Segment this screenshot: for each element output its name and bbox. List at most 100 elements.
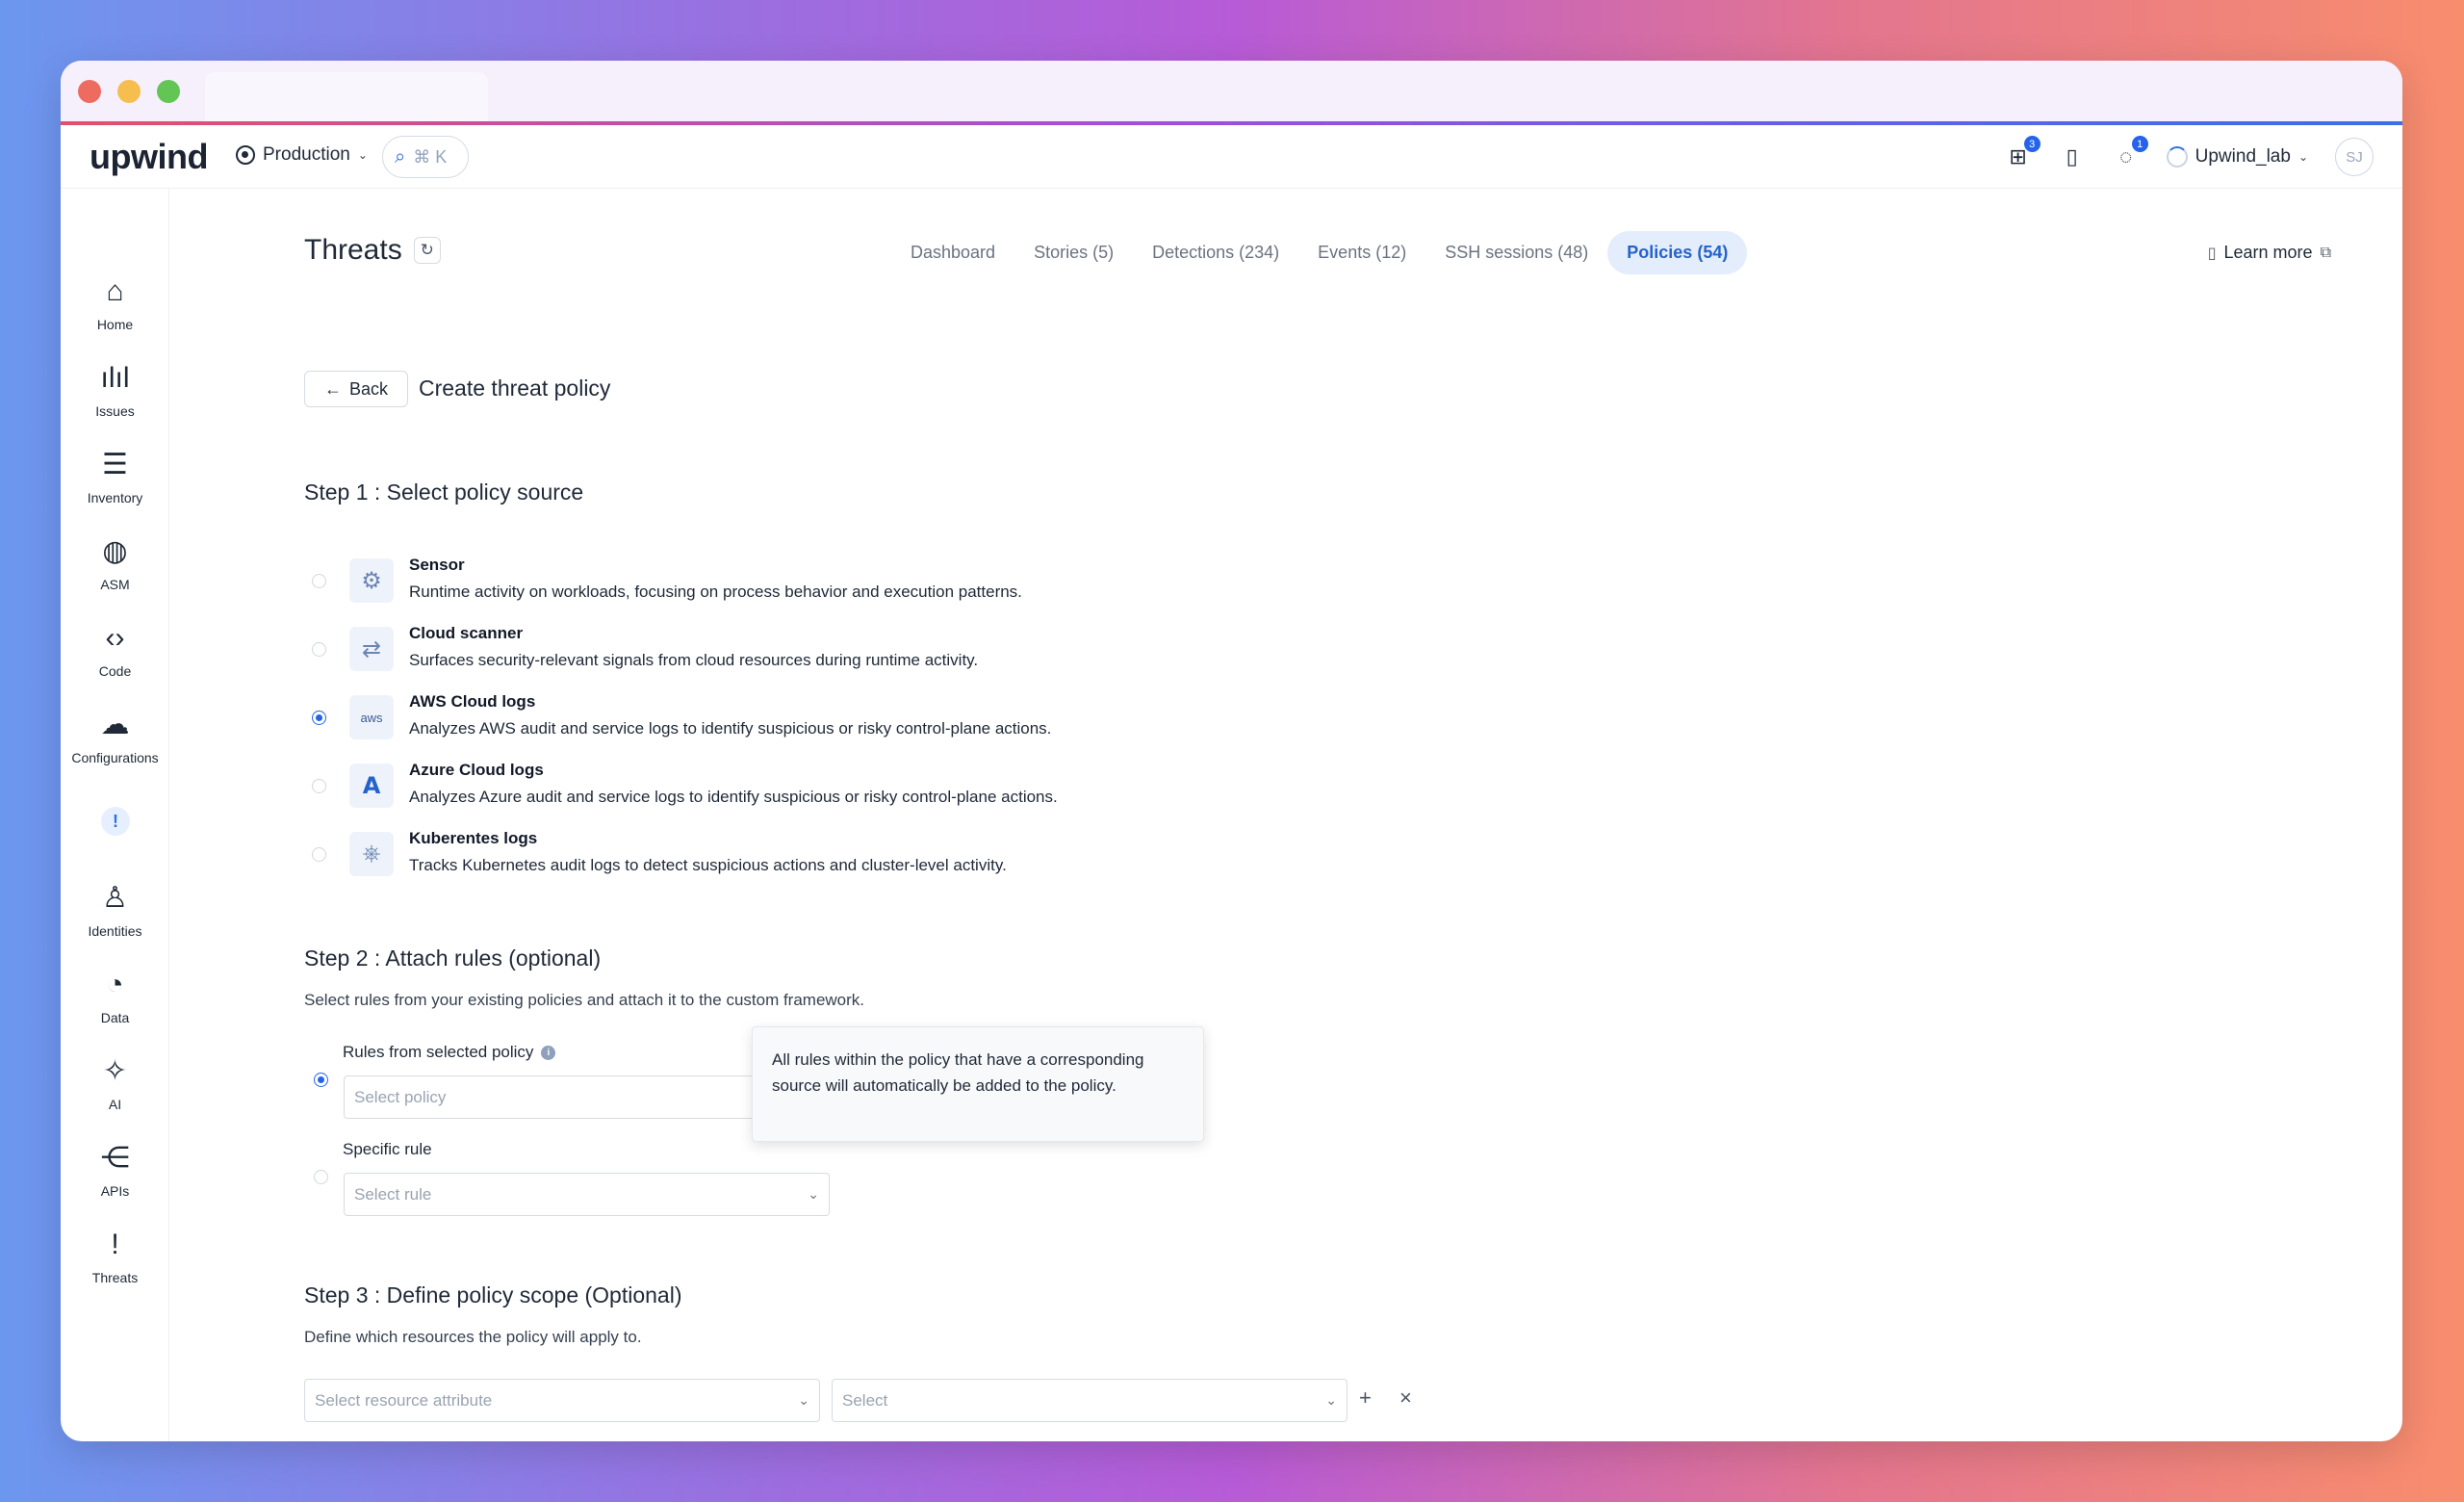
source-radio[interactable] <box>312 778 326 793</box>
select-rule-placeholder: Select rule <box>354 1184 432 1204</box>
sidebar-item-label: Configurations <box>71 750 159 765</box>
maximize-window-button[interactable] <box>157 80 180 103</box>
info-icon[interactable]: i <box>541 1045 556 1060</box>
source-option-azure-cloud-logs[interactable]: A Azure Cloud logs Analyzes Azure audit … <box>312 757 1058 815</box>
sidebar-item-label: Issues <box>95 403 135 419</box>
pie-icon: ◔ <box>106 969 124 1000</box>
rules-from-policy-text: Rules from selected policy <box>343 1043 534 1061</box>
kubernetes-icon: ⎈ <box>349 832 394 876</box>
org-selector[interactable]: Upwind_lab ⌄ <box>2166 146 2308 168</box>
app-logo[interactable]: upwind <box>90 137 208 177</box>
source-radio[interactable] <box>312 641 326 657</box>
sidebar-item-label: Inventory <box>87 490 143 505</box>
sidebar-item-label: APIs <box>100 1183 130 1199</box>
sparkle-icon: ✧ <box>102 1055 128 1087</box>
sidebar-item-inventory[interactable]: ☰ Inventory <box>61 449 169 505</box>
source-name: Cloud scanner <box>409 624 524 642</box>
source-desc: Analyzes Azure audit and service logs to… <box>409 788 1058 806</box>
docs-button[interactable]: ▯ <box>2059 143 2086 170</box>
tab-dashboard[interactable]: Dashboard <box>891 231 1014 274</box>
learn-more-label: Learn more <box>2223 243 2313 262</box>
source-radio[interactable] <box>312 573 326 588</box>
sidebar-item-label: AI <box>108 1097 122 1112</box>
refresh-button[interactable]: ↻ <box>413 237 441 264</box>
arrow-left-icon: ← <box>323 378 342 399</box>
value-placeholder: Select <box>842 1390 888 1410</box>
sidebar-item-label: Code <box>98 663 132 679</box>
close-window-button[interactable] <box>78 80 101 103</box>
rules-from-policy-radio[interactable] <box>314 1073 328 1087</box>
back-label: Back <box>348 378 389 399</box>
org-icon <box>2166 146 2188 168</box>
specific-rule-radio[interactable] <box>314 1170 328 1184</box>
add-scope-button[interactable]: + <box>1359 1385 1372 1411</box>
top-bar: upwind Production ⌄ ⌕ ⌘ K ⊞ 3 ▯ ◌ 1 Upwi… <box>61 125 2402 189</box>
form-title: Create threat policy <box>419 376 611 401</box>
source-option-aws-cloud-logs[interactable]: aws AWS Cloud logs Analyzes AWS audit an… <box>312 688 1051 746</box>
source-option-cloud-scanner[interactable]: ⇄ Cloud scanner Surfaces security-releva… <box>312 620 978 678</box>
source-radio[interactable] <box>312 710 326 725</box>
sidebar-item-configurations[interactable]: ☁ Configurations <box>61 709 169 765</box>
source-radio[interactable] <box>312 846 326 862</box>
minimize-window-button[interactable] <box>117 80 141 103</box>
back-button[interactable]: ← Back <box>304 371 408 407</box>
search-button[interactable]: ⌕ ⌘ K <box>382 136 469 178</box>
issues-icon: ılıl <box>100 362 130 394</box>
chat-badge: 1 <box>2131 136 2148 152</box>
main-content: Threats ↻ Dashboard Stories (5) Detectio… <box>169 189 2402 1441</box>
sidebar-item-identities[interactable]: ♙ Identities <box>61 882 169 939</box>
avatar[interactable]: SJ <box>2335 138 2374 176</box>
step3-title: Step 3 : Define policy scope (Optional) <box>304 1282 682 1308</box>
sidebar-item-issues[interactable]: ılıl Issues <box>61 362 169 419</box>
sidebar: ⌂ Home ılıl Issues ☰ Inventory ◍ ASM ‹› … <box>61 189 169 1441</box>
sidebar-item-apis[interactable]: ⋲ APIs <box>61 1142 169 1199</box>
tab-detections[interactable]: Detections (234) <box>1133 231 1298 274</box>
sidebar-item-label: Identities <box>88 923 142 939</box>
chevron-down-icon: ⌄ <box>2297 150 2308 164</box>
source-option-kubernetes-logs[interactable]: ⎈ Kuberentes logs Tracks Kubernetes audi… <box>312 825 1007 883</box>
remove-scope-button[interactable]: × <box>1399 1385 1412 1411</box>
sidebar-item-data[interactable]: ◔ Data <box>61 969 169 1025</box>
select-rule-dropdown[interactable]: Select rule ⌄ <box>344 1173 830 1216</box>
tab-events[interactable]: Events (12) <box>1298 231 1425 274</box>
sidebar-item-home[interactable]: ⌂ Home <box>61 275 169 332</box>
tab-policies[interactable]: Policies (54) <box>1607 231 1748 274</box>
cloud-icon: ☁ <box>100 709 130 740</box>
sidebar-item-label: Home <box>96 317 134 332</box>
environment-selector[interactable]: Production ⌄ <box>236 144 368 166</box>
gift-icon: ⊞ <box>2009 144 2027 168</box>
page-title-text: Threats <box>304 234 402 266</box>
browser-tab[interactable] <box>205 72 488 121</box>
chevron-down-icon: ⌄ <box>357 148 368 162</box>
chat-icon: ◌ <box>2119 144 2133 168</box>
learn-more-link[interactable]: ▯ Learn more ⧉ <box>2208 243 2331 263</box>
azure-icon: A <box>349 764 394 808</box>
target-icon <box>236 145 255 165</box>
tab-ssh-sessions[interactable]: SSH sessions (48) <box>1425 231 1607 274</box>
chevron-down-icon: ⌄ <box>808 1186 819 1202</box>
sidebar-item-threats[interactable]: ! Threats <box>61 1229 169 1285</box>
step2-title: Step 2 : Attach rules (optional) <box>304 945 602 971</box>
sidebar-item-code[interactable]: ‹› Code <box>61 622 169 679</box>
select-resource-attribute-dropdown[interactable]: Select resource attribute ⌄ <box>304 1379 820 1422</box>
specific-rule-label: Specific rule <box>343 1140 432 1158</box>
select-value-dropdown[interactable]: Select ⌄ <box>832 1379 1348 1422</box>
sidebar-item-ai[interactable]: ✧ AI <box>61 1055 169 1112</box>
step1-title: Step 1 : Select policy source <box>304 479 584 505</box>
source-name: Azure Cloud logs <box>409 761 544 779</box>
search-shortcut: ⌘ K <box>413 146 448 167</box>
source-desc: Analyzes AWS audit and service logs to i… <box>409 719 1052 738</box>
chat-button[interactable]: ◌ 1 <box>2113 136 2148 170</box>
alert-indicator[interactable]: ! <box>101 807 130 836</box>
tab-stories[interactable]: Stories (5) <box>1014 231 1133 274</box>
gift-button[interactable]: ⊞ 3 <box>2005 136 2040 170</box>
book-icon: ▯ <box>2066 144 2078 168</box>
search-icon: ⌕ <box>395 145 406 168</box>
sidebar-item-asm[interactable]: ◍ ASM <box>61 535 169 592</box>
sidebar-item-label: Data <box>100 1010 130 1025</box>
source-name: Kuberentes logs <box>409 829 538 847</box>
source-option-sensor[interactable]: ⚙ Sensor Runtime activity on workloads, … <box>312 552 1022 609</box>
page-title: Threats ↻ <box>304 234 441 267</box>
app-window: upwind Production ⌄ ⌕ ⌘ K ⊞ 3 ▯ ◌ 1 Upwi… <box>61 61 2402 1441</box>
source-name: Sensor <box>409 556 465 574</box>
